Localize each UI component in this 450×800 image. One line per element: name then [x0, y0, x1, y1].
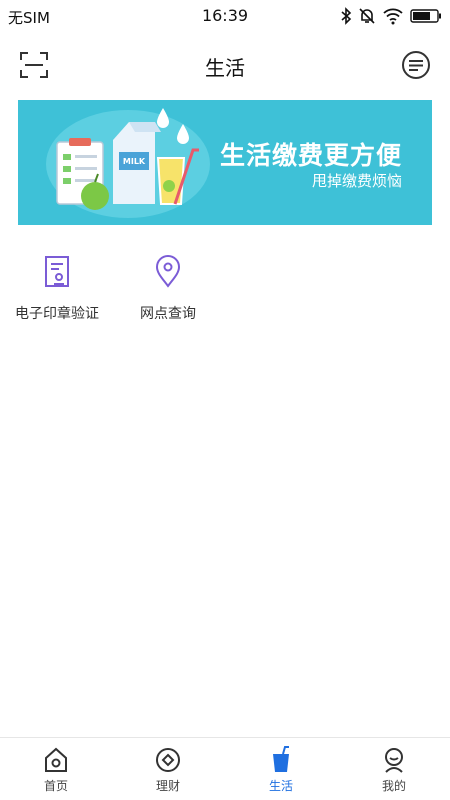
shortcut-e-seal-verification[interactable]: 电子印章验证 [2, 250, 112, 330]
tab-label: 理财 [155, 779, 180, 793]
bottom-tab-bar: 首页 理财 生活 我的 [0, 737, 450, 800]
tab-label: 我的 [381, 779, 406, 793]
banner-subtitle: 甩掉缴费烦恼 [311, 172, 402, 190]
bluetooth-icon [341, 7, 352, 25]
message-icon[interactable] [400, 49, 432, 81]
header-bar: 生活 [0, 40, 450, 90]
home-icon [45, 747, 67, 772]
shortcut-label: 网点查询 [140, 306, 196, 322]
svg-text:MILK: MILK [123, 157, 146, 166]
page-title: 生活 [205, 56, 245, 80]
status-icons [340, 6, 442, 26]
wifi-icon [383, 8, 403, 25]
tab-home[interactable]: 首页 [0, 738, 112, 800]
tab-mine[interactable]: 我的 [338, 738, 450, 800]
battery-icon [410, 9, 441, 23]
banner-illustration: MILK [46, 108, 210, 218]
banner-title: 生活缴费更方便 [219, 141, 402, 170]
promo-banner[interactable]: MILK 生活缴费更方便 甩掉缴费烦恼 [18, 100, 432, 225]
shortcut-label: 电子印章验证 [15, 306, 99, 322]
tab-label: 生活 [268, 779, 293, 793]
tab-label: 首页 [43, 779, 68, 793]
profile-icon [385, 748, 403, 773]
shortcut-branch-search[interactable]: 网点查询 [113, 250, 223, 330]
tab-life[interactable]: 生活 [225, 738, 337, 800]
status-bar: 无SIM 16:39 [0, 0, 450, 32]
tab-finance[interactable]: 理财 [112, 738, 224, 800]
finance-icon [156, 748, 180, 772]
life-cup-icon [273, 746, 289, 772]
alarm-off-icon [359, 8, 375, 24]
location-pin-icon [155, 255, 181, 288]
stamp-document-icon [45, 256, 69, 287]
